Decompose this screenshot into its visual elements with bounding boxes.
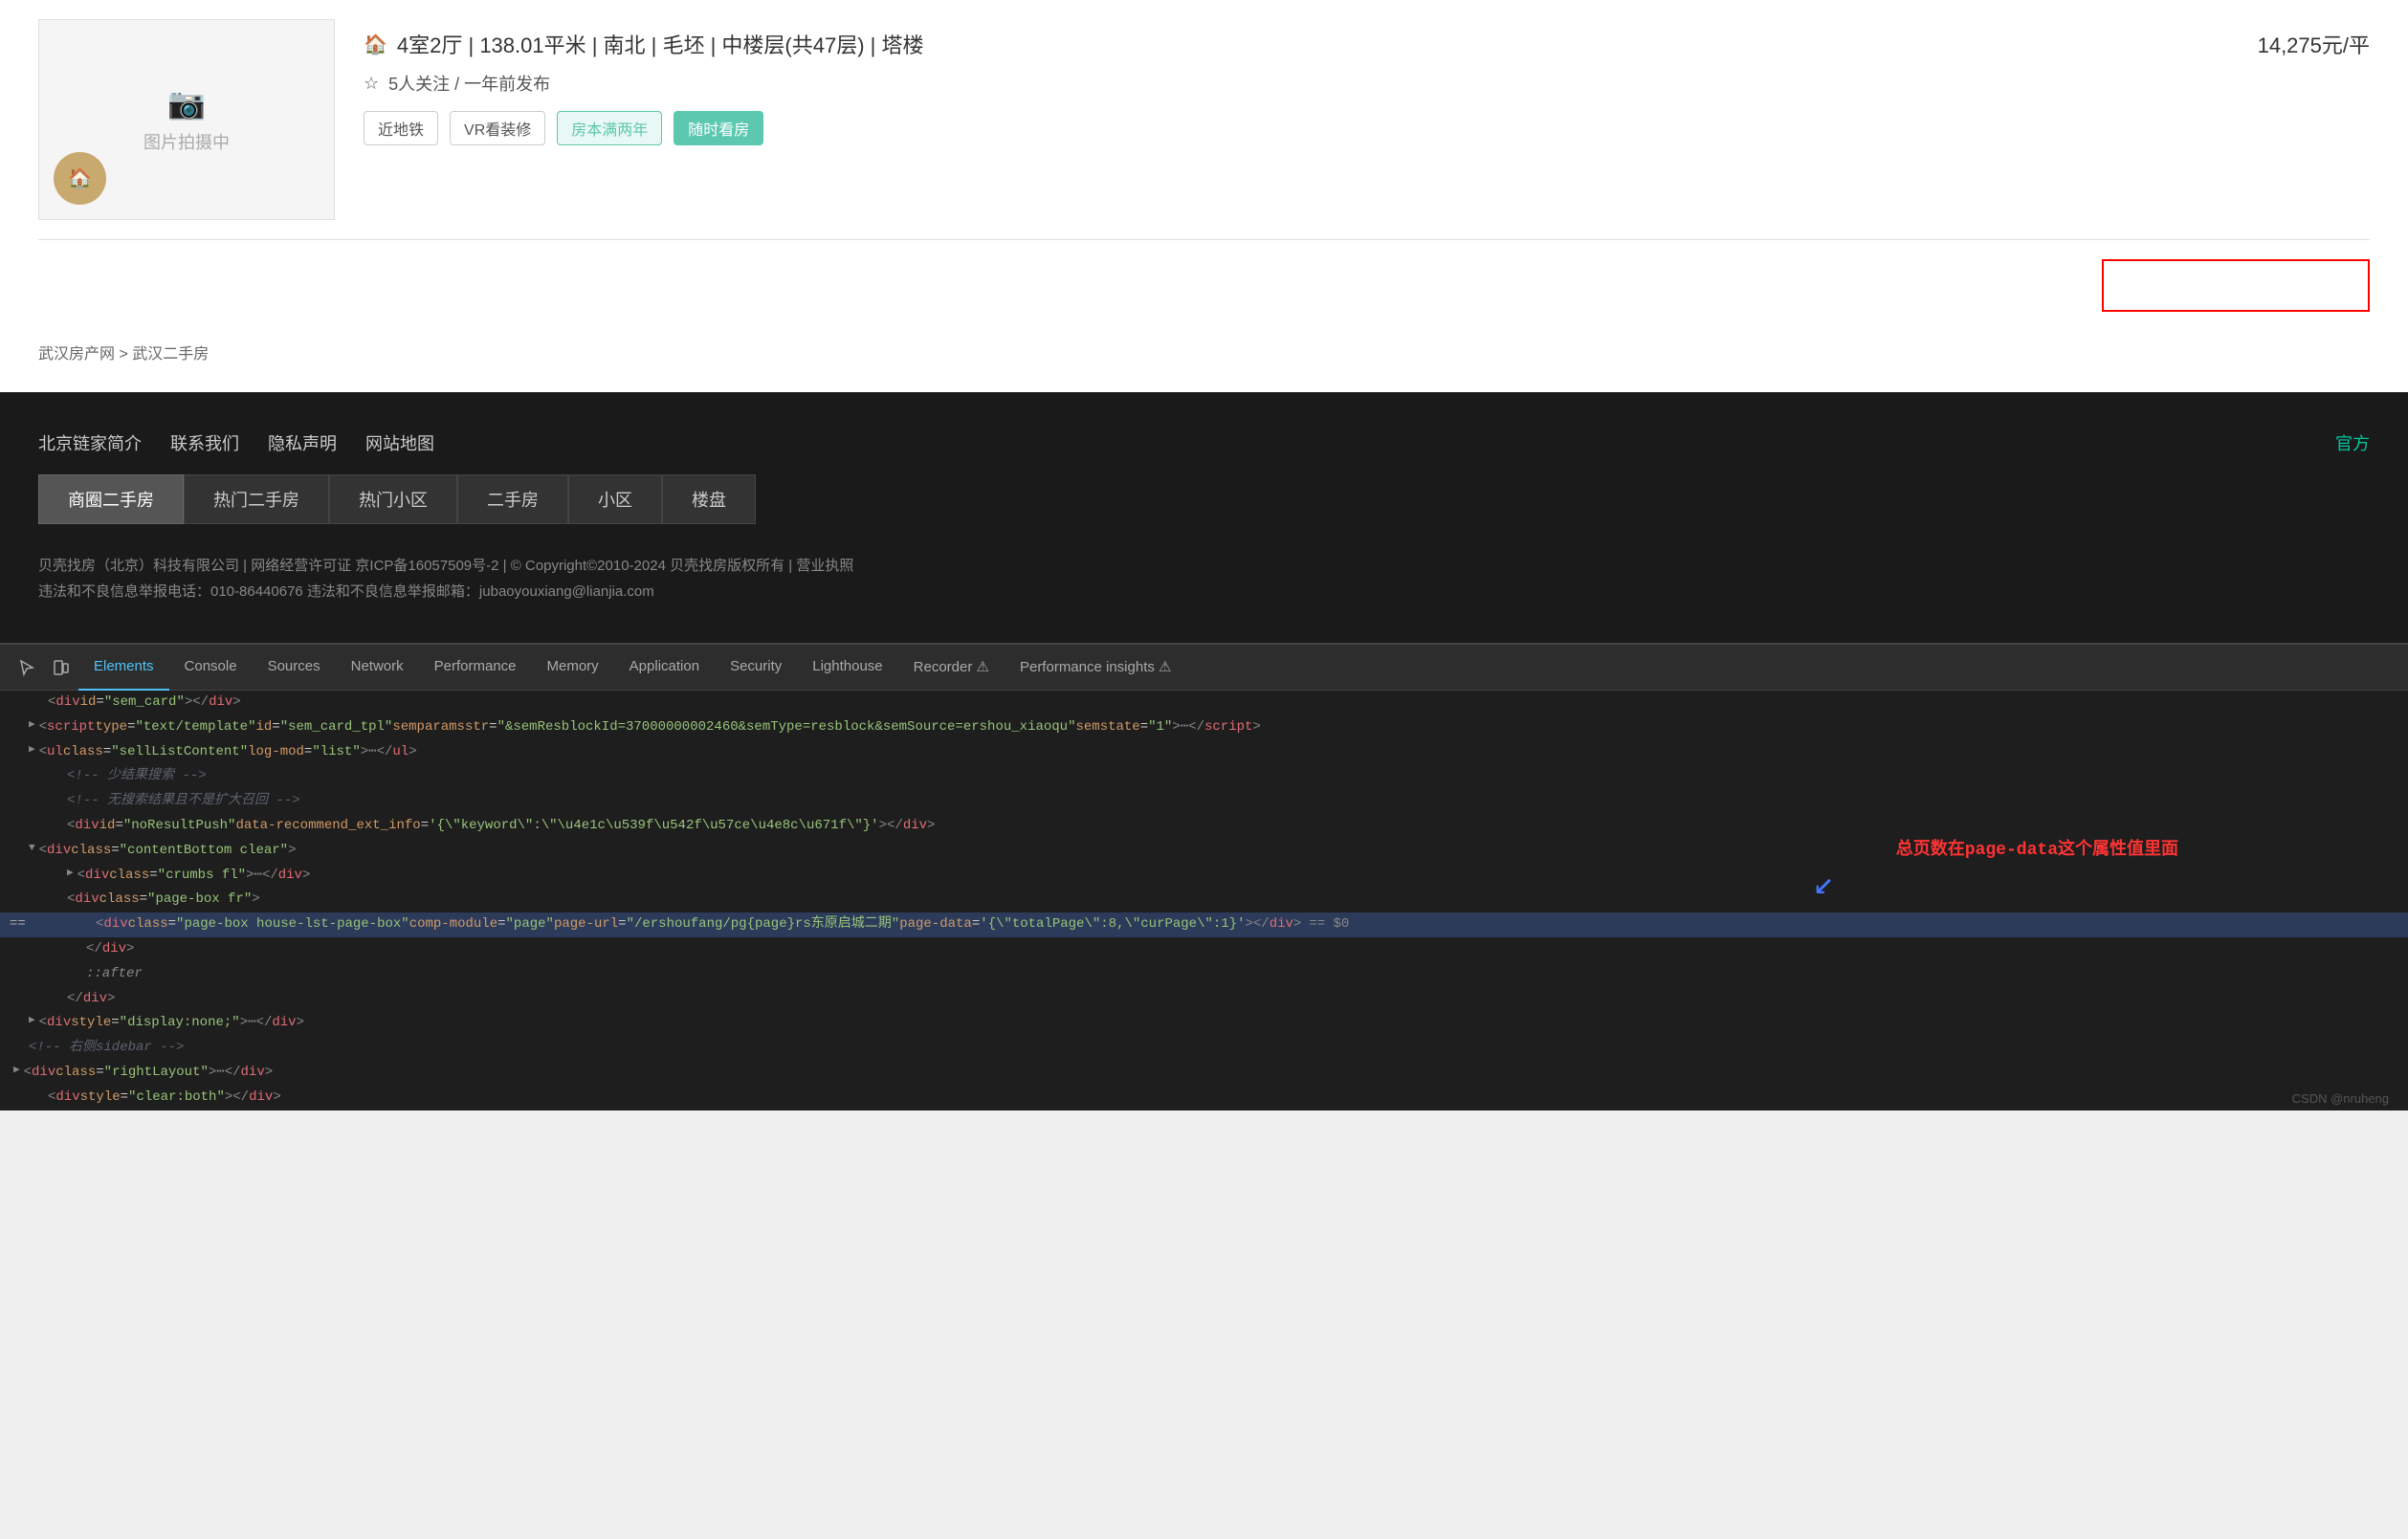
devtools-wrapper: Elements Console Sources Network Perform…	[0, 643, 2408, 1110]
tab-network[interactable]: Network	[336, 645, 419, 691]
tab-security[interactable]: Security	[715, 645, 797, 691]
tab-console[interactable]: Console	[169, 645, 253, 691]
code-line-17: <div style="clear:both"></div>	[0, 1086, 2408, 1110]
annotation-text: 总页数在page-data这个属性值里面	[1896, 836, 2178, 866]
code-line-16: ▶ <div class="rightLayout">⋯</div>	[0, 1061, 2408, 1086]
devtools-content: <div id="sem_card"></div> ▶ <script type…	[0, 691, 2408, 1110]
code-line-14: ▶ <div style="display:none;">⋯</div>	[0, 1011, 2408, 1036]
footer-nav-contact[interactable]: 联系我们	[170, 430, 239, 455]
property-image: 📷 图片拍摄中 🏠	[38, 19, 335, 220]
code-line-9: <div class="page-box fr">	[0, 888, 2408, 912]
footer-nav: 北京链家简介 联系我们 隐私声明 网站地图 官方	[38, 430, 2370, 455]
footer-tab-commercial[interactable]: 商圈二手房	[38, 474, 184, 524]
cursor-icon-btn[interactable]	[10, 650, 44, 685]
tab-performance[interactable]: Performance	[419, 645, 532, 691]
code-line-6: <div id="noResultPush" data-recommend_ex…	[0, 814, 2408, 839]
footer-tab-estate[interactable]: 楼盘	[662, 474, 756, 524]
breadcrumb-section: 武汉房产网 > 武汉二手房	[0, 331, 2408, 392]
tab-performance-insights[interactable]: Performance insights ⚠	[1005, 645, 1187, 691]
footer-tab-hot[interactable]: 热门二手房	[184, 474, 329, 524]
tag-subway: 近地铁	[364, 111, 438, 145]
copyright-line2: 违法和不良信息举报电话：010-86440676 违法和不良信息举报邮箱：jub…	[38, 579, 2370, 605]
property-details: 4室2厅 | 138.01平米 | 南北 | 毛坯 | 中楼层(共47层) | …	[397, 29, 924, 59]
tag-vr: VR看装修	[450, 111, 545, 145]
devtools: Elements Console Sources Network Perform…	[0, 643, 2408, 1110]
footer-copyright: 贝壳找房（北京）科技有限公司 | 网络经营许可证 京ICP备16057509号-…	[38, 553, 2370, 605]
code-line-10-selected: == <div class="page-box house-lst-page-b…	[0, 912, 2408, 937]
photo-text: 图片拍摄中	[144, 129, 230, 154]
devtools-toolbar: Elements Console Sources Network Perform…	[0, 645, 2408, 691]
csdn-watermark: CSDN @nruheng	[2292, 1091, 2389, 1106]
code-line-2: ▶ <script type="text/template" id="sem_c…	[0, 715, 2408, 740]
code-line-12: ::after	[0, 962, 2408, 987]
code-line-11: </div>	[0, 937, 2408, 962]
red-box	[2102, 259, 2370, 312]
property-card: 📷 图片拍摄中 🏠 🏠 4室2厅 | 138.01平米 | 南北 | 毛坯 | …	[0, 0, 2408, 239]
website-section: 📷 图片拍摄中 🏠 🏠 4室2厅 | 138.01平米 | 南北 | 毛坯 | …	[0, 0, 2408, 392]
camera-icon: 📷	[167, 85, 206, 121]
code-line-13: </div>	[0, 987, 2408, 1012]
property-meta-text: 5人关注 / 一年前发布	[388, 71, 550, 96]
footer-nav-privacy[interactable]: 隐私声明	[268, 430, 337, 455]
footer-nav-official: 官方	[2335, 430, 2370, 455]
code-line-4: <!-- 少结果搜索 -->	[0, 764, 2408, 789]
device-icon-btn[interactable]	[44, 650, 78, 685]
tag-years: 房本满两年	[557, 111, 662, 145]
code-line-15: <!-- 右侧sidebar -->	[0, 1036, 2408, 1061]
dark-footer: 北京链家简介 联系我们 隐私声明 网站地图 官方 商圈二手房 热门二手房 热门小…	[0, 392, 2408, 643]
star-icon: ☆	[364, 74, 379, 94]
property-price: 14,275元/平	[2258, 29, 2370, 59]
tab-recorder[interactable]: Recorder ⚠	[898, 645, 1005, 691]
code-line-3: ▶ <ul class="sellListContent" log-mod="l…	[0, 740, 2408, 765]
property-title-row: 🏠 4室2厅 | 138.01平米 | 南北 | 毛坯 | 中楼层(共47层) …	[364, 29, 2370, 59]
tab-sources[interactable]: Sources	[253, 645, 336, 691]
footer-tab-secondhand[interactable]: 二手房	[457, 474, 568, 524]
code-line-8: ▶ <div class="crumbs fl">⋯</div>	[0, 864, 2408, 889]
footer-tab-community[interactable]: 热门小区	[329, 474, 457, 524]
tab-application[interactable]: Application	[614, 645, 715, 691]
code-line-1: <div id="sem_card"></div>	[0, 691, 2408, 715]
tab-memory[interactable]: Memory	[532, 645, 614, 691]
avatar-circle: 🏠	[54, 152, 106, 205]
tag-anytime: 随时看房	[674, 111, 763, 145]
footer-tabs: 商圈二手房 热门二手房 热门小区 二手房 小区 楼盘	[38, 474, 2370, 524]
home-icon: 🏠	[364, 33, 387, 56]
avatar-icon: 🏠	[68, 166, 92, 190]
annotation-arrow: ↙	[1813, 855, 1834, 913]
footer-nav-sitemap[interactable]: 网站地图	[365, 430, 434, 455]
tab-lighthouse[interactable]: Lighthouse	[797, 645, 897, 691]
copyright-line1: 贝壳找房（北京）科技有限公司 | 网络经营许可证 京ICP备16057509号-…	[38, 553, 2370, 579]
property-meta: ☆ 5人关注 / 一年前发布	[364, 71, 2370, 96]
property-info: 🏠 4室2厅 | 138.01平米 | 南北 | 毛坯 | 中楼层(共47层) …	[364, 19, 2370, 145]
tab-elements[interactable]: Elements	[78, 645, 169, 691]
red-box-container	[0, 240, 2408, 331]
property-tags: 近地铁 VR看装修 房本满两年 随时看房	[364, 111, 2370, 145]
code-line-5: <!-- 无搜索结果且不是扩大召回 -->	[0, 789, 2408, 814]
footer-nav-about[interactable]: 北京链家简介	[38, 430, 142, 455]
breadcrumb: 武汉房产网 > 武汉二手房	[38, 346, 209, 363]
footer-tab-xiaoqu[interactable]: 小区	[568, 474, 662, 524]
